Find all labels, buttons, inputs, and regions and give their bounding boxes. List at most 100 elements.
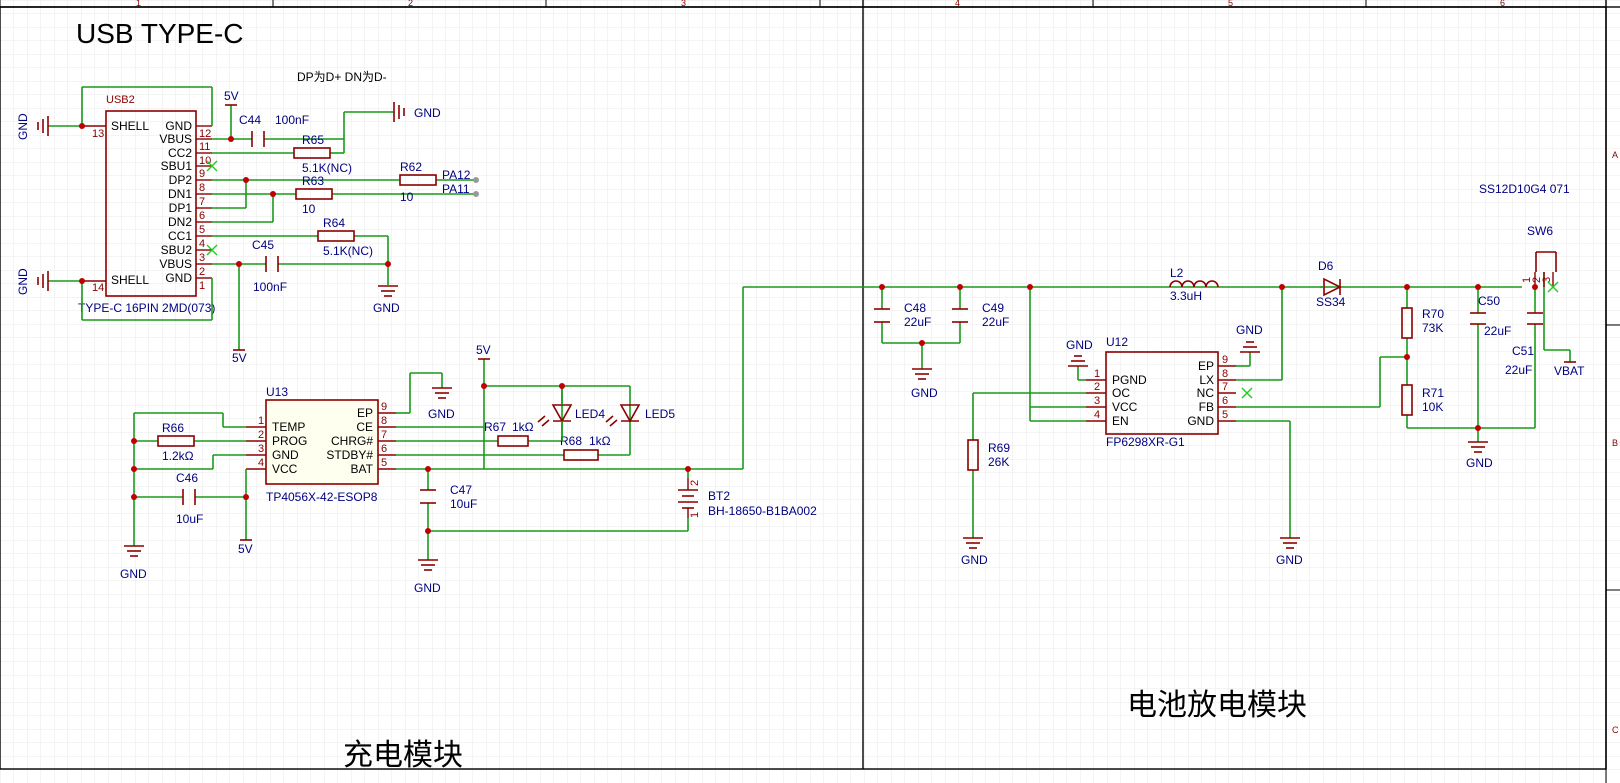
schematic-label: GND [16,268,30,295]
schematic-label: GND [373,301,400,315]
schematic-label: SBU1 [161,159,193,173]
schematic-label: 2 [689,480,701,486]
schematic-label: R65 [302,133,324,147]
schematic-label: 13 [92,128,104,140]
schematic-label: 22uF [1505,363,1532,377]
schematic-label: VBAT [1554,364,1585,378]
schematic-label: PA11 [442,182,470,196]
switch-part-number: SS12D10G4 071 [1479,182,1570,196]
schematic-label: 10K [1422,400,1443,414]
schematic-label: 2 [199,266,205,278]
vbat-flag: VBAT [1554,361,1585,378]
schematic-label: R64 [323,216,345,230]
schematic-label: C46 [176,471,198,485]
schematic-label: 1 [689,512,701,518]
schematic-label: 1 [1094,368,1100,380]
schematic-label: C50 [1478,294,1500,308]
schematic-label: 4 [1094,409,1100,421]
schematic-label: 5 [381,457,387,469]
schematic-label: 1 [258,415,264,427]
schematic-label: GND [911,386,938,400]
schematic-label: STDBY# [326,448,373,462]
schematic-label: CHRG# [331,434,373,448]
schematic-label: R67 [484,420,506,434]
charging-section-title: 充电模块 [343,739,463,772]
vcc-5v-flag: 5V [476,343,491,360]
schematic-label: 6 [381,443,387,455]
schematic-label: R69 [988,441,1010,455]
schematic-label: GND [1276,553,1303,567]
schematic-label: VCC [1112,400,1138,414]
frame-col-label: 5 [1228,0,1233,8]
schematic-label: LED4 [575,407,605,421]
schematic-label: 5V [224,89,239,103]
schematic-label: GND [414,106,441,120]
schematic-label: 1 [199,280,205,292]
schematic-label: VCC [272,462,298,476]
schematic-label: CC2 [168,146,192,160]
schematic-label: C44 [239,113,261,127]
discharge-section-title: 电池放电模块 [1127,689,1307,722]
frame-col-label: 2 [408,0,413,8]
schematic-label: SHELL [111,119,149,133]
schematic-label: 22uF [982,315,1009,329]
page-title: USB TYPE-C [76,18,244,49]
schematic-label: DP2 [169,173,193,187]
schematic-label: R66 [162,421,184,435]
schematic-label: 10uF [176,512,203,526]
schematic-label: 1kΩ [512,420,534,434]
schematic-label: 5 [1222,409,1228,421]
schematic-label: 10 [302,202,316,216]
schematic-label: PA12 [442,168,471,182]
schematic-label: 6 [199,210,205,222]
schematic-label: SHELL [111,273,149,287]
schematic-label: D6 [1318,259,1334,273]
schematic-label: 10 [400,190,414,204]
schematic-label: GND [428,407,455,421]
schematic-label: EP [357,406,373,420]
schematic-label: 2 [1094,381,1100,393]
schematic-label: R63 [302,174,324,188]
schematic-label: SBU2 [161,243,193,257]
schematic-label: 7 [1222,381,1228,393]
schematic-label: R70 [1422,307,1444,321]
schematic-label: 5V [232,351,247,365]
schematic-label: 26K [988,455,1009,469]
schematic-label: FP6298XR-G1 [1106,435,1185,449]
schematic-label: 73K [1422,321,1443,335]
schematic-label: 3 [1094,395,1100,407]
schematic-label: LED5 [645,407,675,421]
schematic-label: 6 [1222,395,1228,407]
vcc-5v-flag: 5V [238,539,253,556]
schematic-label: EN [1112,414,1129,428]
frame-col-label: 6 [1500,0,1505,8]
schematic-label: C51 [1512,344,1534,358]
schematic-label: 3 [199,252,205,264]
schematic-label: 5V [476,343,491,357]
schematic-label: 100nF [253,280,287,294]
schematic-canvas[interactable]: 1 2 3 4 5 6 A B C USB TYPE-C 充电模块 电池放电模块… [0,0,1620,783]
schematic-label: 22uF [904,315,931,329]
schematic-label: 1kΩ [589,434,611,448]
schematic-label: 3 [1541,277,1553,283]
frame-col-label: 1 [136,0,141,8]
vcc-5v-flag: 5V [232,349,247,365]
schematic-label: DP1 [169,201,193,215]
schematic-label: 11 [199,141,210,153]
schematic-label: 7 [381,429,387,441]
schematic-label: DN2 [168,215,192,229]
schematic-label: 10uF [450,497,477,511]
schematic-label: 100nF [275,113,309,127]
schematic-label: GND [165,271,192,285]
schematic-label: OC [1112,386,1130,400]
dp-dn-note: DP为D+ DN为D- [297,70,387,84]
schematic-label: 3.3uH [1170,289,1202,303]
schematic-label: C45 [252,238,274,252]
schematic-label: U13 [266,385,288,399]
frame-col-label: 3 [681,0,686,8]
frame-row-label: B [1612,438,1618,448]
frame-col-label: 4 [955,0,960,8]
schematic-label: SS34 [1316,295,1346,309]
schematic-label: L2 [1170,266,1184,280]
schematic-label: TP4056X-42-ESOP8 [266,490,378,504]
